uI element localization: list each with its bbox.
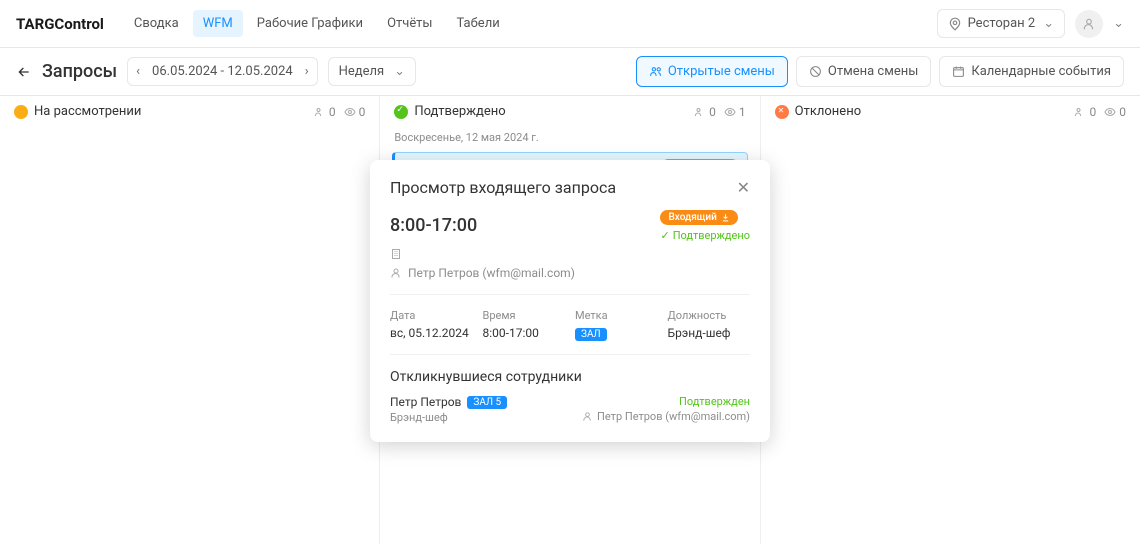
- location-icon: [948, 17, 962, 31]
- nav-summary[interactable]: Сводка: [124, 10, 189, 37]
- restaurant-select[interactable]: Ресторан 2 ⌄: [937, 9, 1066, 38]
- modal-building-meta: [390, 248, 750, 260]
- chevron-down-icon: ⌄: [1043, 16, 1054, 31]
- col-declined: Отклонено 0 0: [761, 96, 1140, 544]
- people-icon: [314, 106, 326, 118]
- col-declined-title: Отклонено: [795, 104, 861, 119]
- cancel-shift-label: Отмена смены: [828, 64, 918, 79]
- eye-icon: [1104, 106, 1116, 118]
- modal-status: ✓ Подтверждено: [660, 229, 750, 242]
- eye-icon: [344, 106, 356, 118]
- pending-count-a: 0: [314, 105, 336, 119]
- nav-schedules[interactable]: Рабочие Графики: [247, 10, 373, 37]
- calendar-events-label: Календарные события: [971, 64, 1111, 79]
- modal-title: Просмотр входящего запроса: [390, 178, 616, 197]
- date-range[interactable]: 06.05.2024 - 12.05.2024: [148, 58, 297, 85]
- brand-logo: TARGControl: [16, 15, 104, 33]
- approved-count-a: 0: [694, 105, 716, 119]
- period-value: Неделя: [339, 64, 385, 79]
- modal-time: 8:00-17:00: [390, 215, 477, 236]
- calendar-events-button[interactable]: Календарные события: [939, 56, 1124, 87]
- nav-timesheets[interactable]: Табели: [447, 10, 510, 37]
- approved-dot-icon: [394, 105, 408, 119]
- date-next[interactable]: ›: [297, 58, 317, 85]
- chevron-down-icon: ⌄: [394, 64, 405, 79]
- open-shifts-label: Открытые смены: [668, 64, 775, 79]
- employees-title: Откликнувшиеся сотрудники: [390, 369, 750, 385]
- back-button[interactable]: [16, 64, 32, 80]
- user-icon: [582, 411, 593, 422]
- pending-count-b: 0: [344, 105, 366, 119]
- nav-reports[interactable]: Отчёты: [377, 10, 442, 37]
- declined-count-a: 0: [1074, 105, 1096, 119]
- employee-tag: ЗАЛ 5: [467, 396, 507, 409]
- user-avatar[interactable]: [1075, 10, 1103, 38]
- col-pending-head: На рассмотрении 0 0: [0, 96, 379, 127]
- cancel-icon: [809, 65, 822, 78]
- approved-count-b: 1: [724, 105, 746, 119]
- topbar: TARGControl Сводка WFM Рабочие Графики О…: [0, 0, 1140, 48]
- main-nav: Сводка WFM Рабочие Графики Отчёты Табели: [124, 10, 510, 37]
- period-select[interactable]: Неделя ⌄: [328, 57, 416, 86]
- user-menu-chevron[interactable]: ⌄: [1113, 16, 1124, 31]
- download-icon: [721, 213, 730, 222]
- col-pending: На рассмотрении 0 0: [0, 96, 380, 544]
- page-title: Запросы: [42, 61, 117, 82]
- user-icon: [390, 267, 402, 279]
- col-approved-head: Подтверждено 0 1: [380, 96, 759, 127]
- people-icon: [1074, 106, 1086, 118]
- day-label: Воскресенье, 12 мая 2024 г.: [380, 127, 759, 148]
- arrow-left-icon: [16, 64, 32, 80]
- cancel-shift-button[interactable]: Отмена смены: [796, 56, 931, 87]
- employee-email: Петр Петров (wfm@mail.com): [582, 410, 750, 423]
- subbar: Запросы ‹ 06.05.2024 - 12.05.2024 › Неде…: [0, 48, 1140, 96]
- col-declined-head: Отклонено 0 0: [761, 96, 1140, 127]
- col-approved-title: Подтверждено: [414, 104, 505, 119]
- building-icon: [390, 248, 402, 260]
- topbar-left: TARGControl Сводка WFM Рабочие Графики О…: [16, 10, 510, 37]
- eye-icon: [724, 106, 736, 118]
- employee-status: Подтвержден: [582, 395, 750, 408]
- detail-role: Должность Брэнд-шеф: [668, 309, 751, 340]
- declined-count-b: 0: [1104, 105, 1126, 119]
- date-prev[interactable]: ‹: [128, 58, 148, 85]
- restaurant-name: Ресторан 2: [968, 16, 1036, 31]
- modal-details-grid: Дата вс, 05.12.2024 Время 8:00-17:00 Мет…: [390, 294, 750, 355]
- people-icon: [694, 106, 706, 118]
- declined-dot-icon: [775, 105, 789, 119]
- open-shifts-button[interactable]: Открытые смены: [636, 56, 788, 87]
- employee-role: Брэнд-шеф: [390, 411, 507, 424]
- detail-date: Дата вс, 05.12.2024: [390, 309, 473, 340]
- col-pending-title: На рассмотрении: [34, 104, 141, 119]
- pending-dot-icon: [14, 105, 28, 119]
- detail-tag: Метка ЗАЛ: [575, 309, 658, 340]
- topbar-right: Ресторан 2 ⌄ ⌄: [937, 9, 1124, 38]
- nav-wfm[interactable]: WFM: [193, 10, 243, 37]
- users-icon: [649, 65, 662, 78]
- modal-close-button[interactable]: ✕: [737, 178, 750, 197]
- user-icon: [1082, 17, 1096, 31]
- subbar-right: Открытые смены Отмена смены Календарные …: [636, 56, 1124, 87]
- calendar-icon: [952, 65, 965, 78]
- modal-incoming-badge: Входящий: [660, 210, 737, 225]
- subbar-left: Запросы ‹ 06.05.2024 - 12.05.2024 › Неде…: [16, 57, 416, 86]
- date-range-picker: ‹ 06.05.2024 - 12.05.2024 ›: [127, 57, 317, 86]
- request-modal: Просмотр входящего запроса ✕ 8:00-17:00 …: [370, 160, 770, 442]
- modal-person-meta: Петр Петров (wfm@mail.com): [390, 266, 750, 280]
- detail-time: Время 8:00-17:00: [483, 309, 566, 340]
- employee-row: Петр Петров ЗАЛ 5 Брэнд-шеф Подтвержден …: [390, 395, 750, 424]
- employee-name: Петр Петров ЗАЛ 5: [390, 395, 507, 409]
